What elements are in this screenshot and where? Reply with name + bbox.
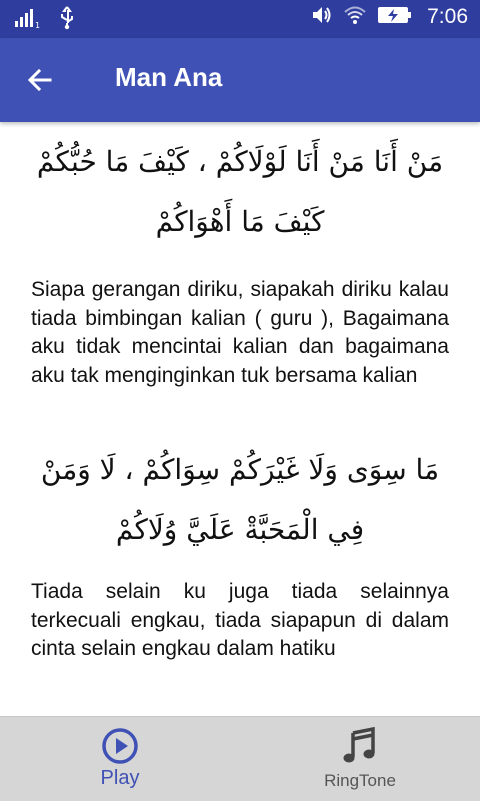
wifi-icon: [343, 4, 367, 30]
play-circle-icon: [101, 727, 139, 769]
battery-charging-icon: [377, 4, 413, 30]
verse1-arabic: مَنْ أَنَا مَنْ أَنَا لَوْلَاكُمْ ، كَيْ…: [36, 145, 444, 238]
status-bar: 1 7:06: [0, 0, 480, 38]
usb-icon: [58, 6, 76, 34]
volume-icon: [311, 4, 333, 30]
back-button[interactable]: [18, 60, 62, 104]
nav-play-button[interactable]: Play: [0, 717, 240, 801]
signal-icon: 1: [14, 7, 40, 33]
bottom-navigation: Play RingTone: [0, 716, 480, 801]
page-title: Man Ana: [115, 62, 223, 92]
music-note-icon: [343, 726, 377, 769]
app-bar: Man Ana: [0, 38, 480, 122]
verse2-arabic: مَا سِوَى وَلَا غَيْرَكُمْ سِوَاكُمْ ، ل…: [40, 453, 440, 546]
svg-text:1: 1: [35, 21, 40, 29]
nav-ringtone-label: RingTone: [324, 771, 396, 790]
verse1-translation: Siapa gerangan diriku, siapakah diriku k…: [31, 278, 449, 387]
verse2-translation: Tiada selain ku juga tiada selainnya ter…: [31, 580, 449, 660]
nav-ringtone-button[interactable]: RingTone: [240, 717, 480, 801]
status-time: 7:06: [427, 5, 468, 28]
arrow-left-icon: [26, 66, 54, 98]
nav-play-label: Play: [100, 767, 140, 789]
lyrics-content[interactable]: مَنْ أَنَا مَنْ أَنَا لَوْلَاكُمْ ، كَيْ…: [0, 122, 480, 716]
